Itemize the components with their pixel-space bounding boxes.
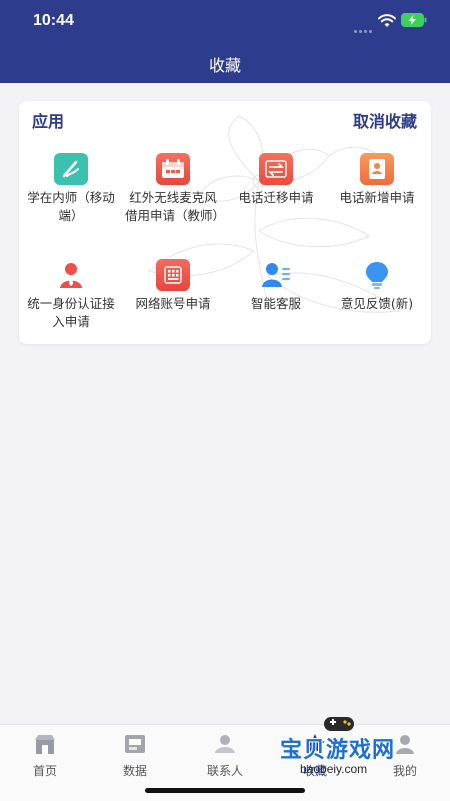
status-bar: 10:44 (0, 0, 450, 44)
home-indicator (145, 788, 305, 793)
lightbulb-icon (360, 259, 394, 291)
app-item-network-account[interactable]: 网络账号申请 (121, 259, 225, 313)
app-label: 智能客服 (250, 296, 301, 311)
section-title-apps: 应用 (32, 112, 65, 131)
tab-label: 联系人 (206, 764, 243, 778)
app-item-xuezai[interactable]: 学在内师（移动端） (19, 153, 123, 225)
app-item-smart-service[interactable]: 智能客服 (224, 259, 328, 313)
app-label: 学在内师（移动端） (27, 190, 115, 223)
watermark-text: 宝贝游戏网 (280, 738, 396, 763)
app-item-identity-auth[interactable]: 统一身份认证接入申请 (19, 259, 123, 331)
header-bar: 10:44 收藏 (0, 0, 450, 83)
tab-label: 数据 (122, 764, 147, 778)
home-store-icon (35, 735, 55, 754)
app-item-phone-new[interactable]: 电话新增申请 (325, 153, 429, 207)
tab-contacts[interactable]: 联系人 (180, 733, 270, 779)
user-tie-icon (54, 259, 88, 291)
watermark-url: baobeiy.com (300, 762, 368, 776)
favorites-card: 应用 取消收藏 学在内师（移动端） 红外无线麦克风借用申请（教师） 电话迁移申请… (19, 101, 431, 344)
app-label: 统一身份认证接入申请 (27, 296, 115, 329)
app-label: 网络账号申请 (135, 296, 211, 311)
app-label: 红外无线麦克风借用申请（教师） (125, 190, 226, 223)
data-box-icon (125, 735, 145, 753)
site-watermark: 宝贝游戏网 baobeiy.com (270, 710, 430, 790)
calendar-icon (156, 153, 190, 185)
contact-card-icon (360, 153, 394, 185)
wifi-icon (378, 14, 396, 27)
app-label: 意见反馈(新) (340, 296, 414, 311)
status-time: 10:44 (33, 12, 74, 29)
signal-dots-icon (354, 18, 374, 37)
tab-home[interactable]: 首页 (0, 733, 90, 779)
tab-label: 首页 (32, 764, 57, 778)
page-title: 收藏 (208, 56, 241, 75)
service-agent-icon (259, 259, 293, 291)
contacts-icon (215, 735, 235, 753)
battery-charging-icon (401, 13, 427, 27)
app-item-microphone-loan[interactable]: 红外无线麦克风借用申请（教师） (121, 153, 225, 225)
app-label: 电话新增申请 (339, 190, 415, 205)
grid-card-icon (156, 259, 190, 291)
gamepad-icon (324, 717, 354, 731)
app-label: 电话迁移申请 (238, 190, 314, 205)
app-item-phone-transfer[interactable]: 电话迁移申请 (224, 153, 328, 207)
pen-icon (54, 153, 88, 185)
cancel-favorite-button[interactable]: 取消收藏 (353, 108, 417, 132)
tab-data[interactable]: 数据 (90, 733, 180, 779)
transfer-box-icon (259, 153, 293, 185)
app-item-feedback[interactable]: 意见反馈(新) (325, 259, 429, 313)
